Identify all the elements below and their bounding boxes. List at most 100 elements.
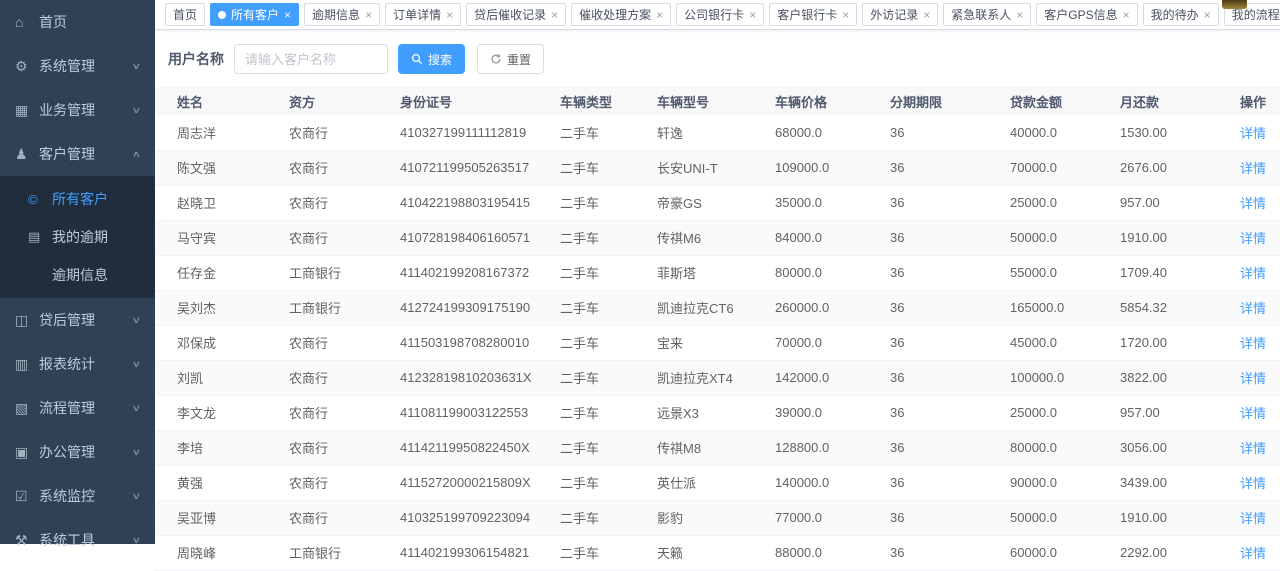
detail-link[interactable]: 详情 (1240, 546, 1266, 561)
sidebar-item-label: 流程管理 (39, 398, 95, 418)
avatar-partial[interactable] (1222, 0, 1247, 9)
cell-vehicle-price: 80000.0 (775, 255, 890, 290)
tab[interactable]: 贷后催收记录 × (466, 3, 566, 26)
chart-icon: ▥ (15, 356, 39, 373)
cell-vehicle-type: 二手车 (560, 290, 657, 325)
detail-link[interactable]: 详情 (1240, 441, 1266, 456)
cell-id-number: 410327199111112819 (400, 115, 560, 150)
sidebar-item-report[interactable]: ▥ 报表统计 ∨ (0, 342, 155, 386)
cell-actions: 详情 (1235, 115, 1280, 150)
detail-link[interactable]: 详情 (1240, 371, 1266, 386)
detail-link[interactable]: 详情 (1240, 161, 1266, 176)
clipboard-icon: ▧ (15, 400, 39, 417)
cell-actions: 详情 (1235, 150, 1280, 185)
table-row: 李文龙 农商行 411081199003122553 二手车 远景X3 3900… (155, 395, 1280, 430)
cell-name: 周志洋 (155, 115, 289, 150)
detail-link[interactable]: 详情 (1240, 266, 1266, 281)
close-icon[interactable]: × (284, 9, 291, 21)
sidebar-item-tools[interactable]: ⚒ 系统工具 ∨ (0, 518, 155, 562)
toolbox-icon: ⚒ (15, 532, 39, 549)
close-icon[interactable]: × (842, 9, 849, 21)
cell-vehicle-type: 二手车 (560, 255, 657, 290)
customer-table: 姓名 资方 身份证号 车辆类型 车辆型号 车辆价格 分期期限 贷款金额 月还款 … (155, 87, 1280, 571)
close-icon[interactable]: × (446, 9, 453, 21)
cell-term: 36 (890, 115, 1010, 150)
cell-vehicle-price: 68000.0 (775, 115, 890, 150)
cell-loan-amount: 165000.0 (1010, 290, 1120, 325)
tab[interactable]: 紧急联系人 × (943, 3, 1031, 26)
columns-icon: ◫ (15, 312, 39, 329)
cell-term: 36 (890, 255, 1010, 290)
column-header: 身份证号 (400, 87, 560, 115)
detail-link[interactable]: 详情 (1240, 336, 1266, 351)
cell-funder: 农商行 (289, 395, 400, 430)
close-icon[interactable]: × (749, 9, 756, 21)
tab[interactable]: 客户银行卡 × (769, 3, 857, 26)
close-icon[interactable]: × (923, 9, 930, 21)
sidebar-subitem-my-overdue[interactable]: ▤ 我的逾期 (0, 218, 155, 256)
cell-actions: 详情 (1235, 360, 1280, 395)
cell-name: 周晓峰 (155, 535, 289, 570)
detail-link[interactable]: 详情 (1240, 406, 1266, 421)
cell-loan-amount: 80000.0 (1010, 430, 1120, 465)
tab[interactable]: 我的待办 × (1143, 3, 1219, 26)
detail-link[interactable]: 详情 (1240, 476, 1266, 491)
detail-link[interactable]: 详情 (1240, 301, 1266, 316)
tab[interactable]: 公司银行卡 × (676, 3, 764, 26)
close-icon[interactable]: × (365, 9, 372, 21)
detail-link[interactable]: 详情 (1240, 231, 1266, 246)
cell-monthly-payment: 1530.00 (1120, 115, 1235, 150)
sidebar-item-process[interactable]: ▧ 流程管理 ∨ (0, 386, 155, 430)
search-button[interactable]: 搜索 (398, 44, 465, 74)
cell-monthly-payment: 5854.32 (1120, 290, 1235, 325)
tab[interactable]: 外访记录 × (862, 3, 938, 26)
cell-funder: 农商行 (289, 360, 400, 395)
sidebar-item-monitor[interactable]: ☑ 系统监控 ∨ (0, 474, 155, 518)
sidebar-subitem-overdue-info[interactable]: 逾期信息 (0, 256, 155, 294)
close-icon[interactable]: × (656, 9, 663, 21)
cell-actions: 详情 (1235, 325, 1280, 360)
table-row: 赵晓卫 农商行 410422198803195415 二手车 帝豪GS 3500… (155, 185, 1280, 220)
cell-vehicle-model: 传祺M6 (657, 220, 775, 255)
close-icon[interactable]: × (1123, 9, 1130, 21)
sidebar-subitem-all-customers[interactable]: © 所有客户 (0, 180, 155, 218)
monitor-check-icon: ☑ (15, 488, 39, 505)
sidebar-item-loan[interactable]: ◫ 贷后管理 ∨ (0, 298, 155, 342)
cell-monthly-payment: 1720.00 (1120, 325, 1235, 360)
sidebar-item-customer[interactable]: ♟ 客户管理 ∧ (0, 132, 155, 176)
cell-vehicle-model: 凯迪拉克XT4 (657, 360, 775, 395)
close-icon[interactable]: × (1204, 9, 1211, 21)
cell-id-number: 410721199505263517 (400, 150, 560, 185)
detail-link[interactable]: 详情 (1240, 511, 1266, 526)
sidebar-item-label: 报表统计 (39, 354, 95, 374)
cell-vehicle-type: 二手车 (560, 115, 657, 150)
sidebar-item-label: 贷后管理 (39, 310, 95, 330)
tab[interactable]: 逾期信息 × (304, 3, 380, 26)
tab[interactable]: 首页 × (165, 3, 205, 26)
customer-name-input[interactable] (234, 44, 388, 74)
sidebar-item-business[interactable]: ▦ 业务管理 ∨ (0, 88, 155, 132)
cell-vehicle-price: 35000.0 (775, 185, 890, 220)
tab[interactable]: 订单详情 × (385, 3, 461, 26)
sidebar-item-system[interactable]: ⚙ 系统管理 ∨ (0, 44, 155, 88)
close-icon[interactable]: × (551, 9, 558, 21)
close-icon[interactable]: × (1016, 9, 1023, 21)
detail-link[interactable]: 详情 (1240, 196, 1266, 211)
cell-monthly-payment: 1709.40 (1120, 255, 1235, 290)
cell-funder: 农商行 (289, 185, 400, 220)
cell-name: 邓保成 (155, 325, 289, 360)
detail-link[interactable]: 详情 (1240, 126, 1266, 141)
tab[interactable]: 催收处理方案 × (571, 3, 671, 26)
cell-monthly-payment: 1910.00 (1120, 220, 1235, 255)
tab[interactable]: 客户GPS信息 × (1036, 3, 1137, 26)
cell-vehicle-type: 二手车 (560, 150, 657, 185)
chevron-icon: ∨ (132, 105, 142, 116)
tab[interactable]: 所有客户 × (210, 3, 299, 26)
cell-actions: 详情 (1235, 430, 1280, 465)
cell-term: 36 (890, 430, 1010, 465)
sidebar-item-office[interactable]: ▣ 办公管理 ∨ (0, 430, 155, 474)
cell-vehicle-model: 英仕派 (657, 465, 775, 500)
cell-vehicle-model: 菲斯塔 (657, 255, 775, 290)
sidebar-item-home[interactable]: ⌂ 首页 (0, 0, 155, 44)
reset-button[interactable]: 重置 (477, 44, 544, 74)
